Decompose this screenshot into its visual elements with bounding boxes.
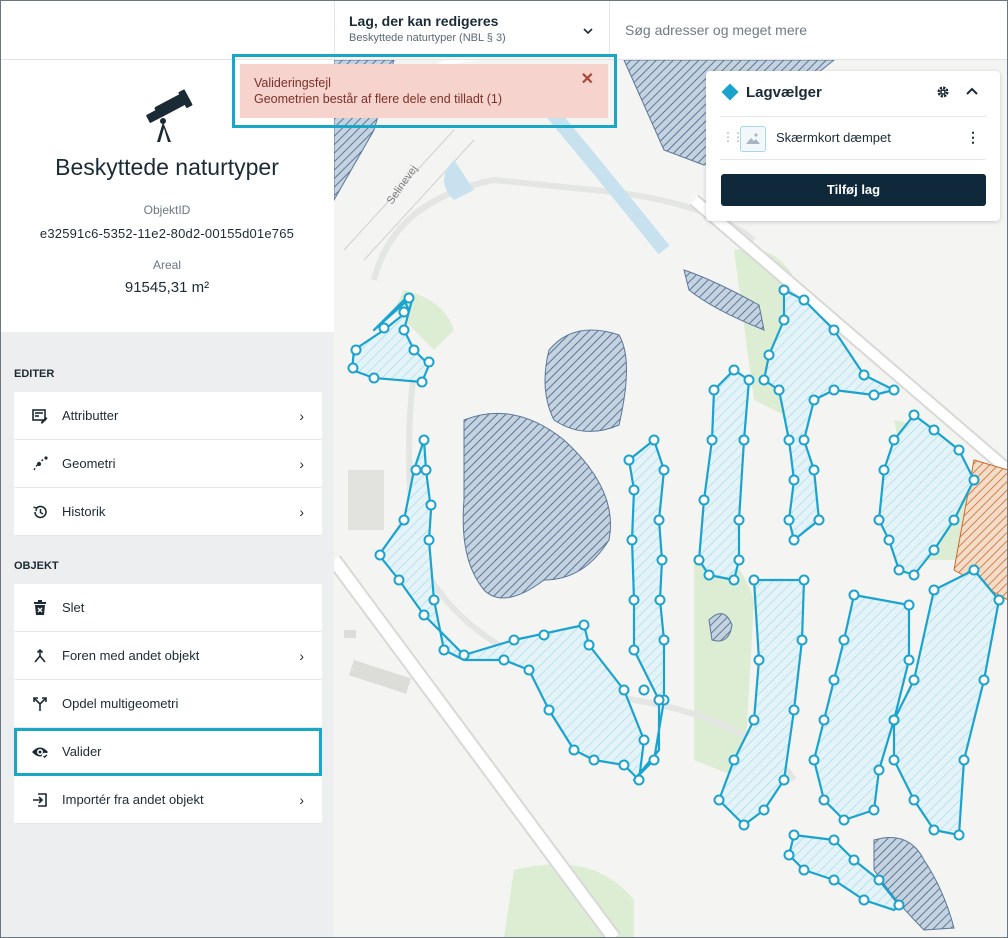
chevron-right-icon: › <box>299 456 304 472</box>
menu-item-valider[interactable]: Valider <box>14 728 322 776</box>
layer-panel: Lagvælger ⋮⋮ Skærmkort dæmpet ⋮ Tilføj l… <box>706 71 1000 221</box>
menu-item-foren[interactable]: Foren med andet objekt › <box>14 632 322 680</box>
chevron-right-icon: › <box>299 504 304 520</box>
sidebar: Beskyttede naturtyper ObjektID e32591c6-… <box>0 60 334 938</box>
section-heading-editer: EDITER <box>14 368 55 380</box>
history-icon <box>30 502 50 522</box>
object-id-value: e32591c6-5352-11e2-80d2-00155d01e765 <box>39 226 295 241</box>
close-icon[interactable]: ✕ <box>581 72 594 88</box>
validation-error-toast: Valideringsfejl Geometrien består af fle… <box>240 64 608 118</box>
toast-title: Valideringsfejl <box>254 76 331 90</box>
split-icon <box>30 694 50 714</box>
layers-icon <box>721 83 739 101</box>
menu-item-importer[interactable]: Importér fra andet objekt › <box>14 776 322 824</box>
object-title: Beskyttede naturtyper <box>55 154 279 180</box>
menu-item-label: Historik <box>62 504 106 519</box>
menu-item-label: Attributter <box>62 408 119 423</box>
menu-item-slet[interactable]: Slet <box>14 584 322 632</box>
menu-item-attributter[interactable]: Attributter › <box>14 392 322 440</box>
menu-item-geometri[interactable]: Geometri › <box>14 440 322 488</box>
eye-check-icon <box>30 742 50 762</box>
editable-layer-dropdown[interactable]: Lag, der kan redigeres Beskyttede naturt… <box>334 0 610 60</box>
menu-item-label: Importér fra andet objekt <box>62 792 204 807</box>
merge-icon <box>30 646 50 666</box>
toast-message: Geometrien består af flere dele end till… <box>254 92 503 106</box>
chevron-right-icon: › <box>299 408 304 424</box>
trash-icon <box>30 598 50 618</box>
chevron-right-icon: › <box>299 792 304 808</box>
water-area <box>544 329 627 432</box>
menu-item-label: Foren med andet objekt <box>62 648 200 663</box>
chevron-up-icon[interactable] <box>966 83 978 98</box>
layer-row[interactable]: ⋮⋮ Skærmkort dæmpet ⋮ <box>720 116 986 160</box>
telescope-icon <box>137 88 197 144</box>
menu-item-label: Slet <box>62 600 85 615</box>
layer-panel-header: Lagvælger <box>706 71 1000 116</box>
menu-item-label: Geometri <box>62 456 116 471</box>
top-bar: Lag, der kan redigeres Beskyttede naturt… <box>0 0 1008 60</box>
import-icon <box>30 790 50 810</box>
layer-name: Skærmkort dæmpet <box>776 130 891 145</box>
layer-panel-title: Lagvælger <box>746 84 822 101</box>
chevron-down-icon <box>583 26 593 38</box>
layer-thumbnail <box>740 126 766 152</box>
drag-handle-icon[interactable]: ⋮⋮ <box>722 130 744 144</box>
gear-icon[interactable] <box>936 85 950 102</box>
search-input[interactable]: Søg adresser og meget mere <box>611 0 1007 60</box>
form-edit-icon <box>30 406 50 426</box>
menu-item-opdel[interactable]: Opdel multigeometri <box>14 680 322 728</box>
object-id-label: ObjektID <box>143 203 191 217</box>
chevron-right-icon: › <box>299 648 304 664</box>
area-value: 91545,31 m² <box>124 279 210 296</box>
area-label: Areal <box>152 258 181 272</box>
more-options-icon[interactable]: ⋮ <box>966 129 980 146</box>
geometry-edit-icon <box>30 454 50 474</box>
menu-item-historik[interactable]: Historik › <box>14 488 322 536</box>
add-layer-button[interactable]: Tilføj lag <box>721 174 986 206</box>
section-heading-objekt: OBJEKT <box>14 560 59 572</box>
menu-item-label: Valider <box>62 744 102 759</box>
editable-layer-title: Lag, der kan redigeres <box>349 13 499 29</box>
editable-layer-subtitle: Beskyttede naturtyper (NBL § 3) <box>349 32 506 44</box>
menu-item-label: Opdel multigeometri <box>62 696 179 711</box>
